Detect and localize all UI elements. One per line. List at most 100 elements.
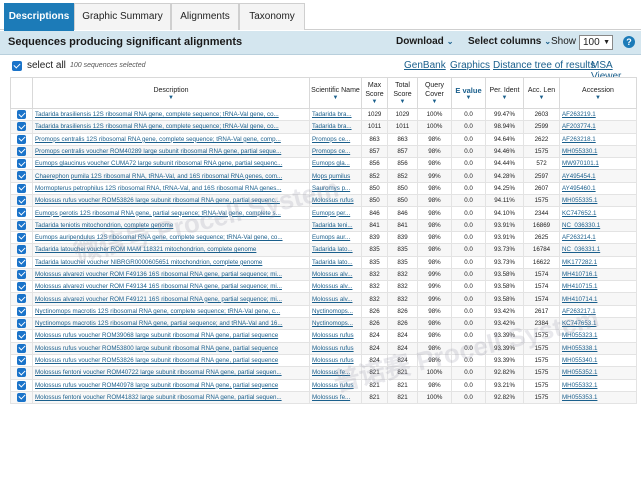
scientific-name-link[interactable]: Promops ce... (309, 144, 362, 159)
help-icon[interactable]: ? (623, 36, 635, 48)
col-per-ident[interactable]: Per. Ident ▼ (485, 77, 524, 109)
select-all-checkbox[interactable] (12, 61, 22, 71)
accession-link[interactable]: MH410716.1 (559, 267, 637, 282)
description-link[interactable]: Eumops glaucinus voucher CUMA72 large su… (32, 157, 310, 171)
scientific-name-link[interactable]: Molossus alv... (309, 280, 362, 294)
accession-link[interactable]: AF263217.1 (559, 304, 637, 319)
row-checkbox[interactable] (17, 355, 26, 365)
accession-link[interactable]: NC_036331.1 (559, 243, 637, 257)
accession-link[interactable]: AY495454.1 (559, 169, 637, 183)
description-link[interactable]: Tadarida latouchei voucher ROM MAM 11832… (32, 243, 310, 257)
description-link[interactable]: Molossus alvarezi voucher ROM F49134 16S… (32, 280, 310, 294)
col-accession[interactable]: Accession ▼ (559, 77, 637, 109)
row-checkbox[interactable] (17, 122, 26, 132)
scientific-name-link[interactable]: Tadarida bra... (309, 107, 362, 122)
row-checkbox[interactable] (17, 245, 26, 255)
accession-link[interactable]: KC747652.1 (559, 206, 637, 220)
scientific-name-link[interactable]: Promops ce... (309, 132, 362, 146)
col-max-score[interactable]: Max Score ▼ (361, 77, 388, 109)
scientific-name-link[interactable]: Molossus rufus (309, 329, 362, 343)
row-checkbox[interactable] (17, 368, 26, 378)
description-link[interactable]: Tadarida brasiliensis 12S ribosomal RNA … (32, 107, 310, 122)
scientific-name-link[interactable]: Molossus rufus (309, 194, 362, 208)
description-link[interactable]: Promops centralis voucher ROM40289 large… (32, 144, 310, 159)
row-checkbox[interactable] (17, 269, 26, 279)
scientific-name-link[interactable]: Mops pumilus (309, 169, 362, 183)
scientific-name-link[interactable]: Tadarida bra... (309, 120, 362, 134)
row-checkbox[interactable] (17, 183, 26, 193)
description-link[interactable]: Tadarida teniotis mitochondrion, complet… (32, 218, 310, 232)
row-checkbox[interactable] (17, 257, 26, 267)
row-checkbox[interactable] (17, 331, 26, 341)
download-menu[interactable]: Download ⌄ (396, 36, 453, 47)
scientific-name-link[interactable]: Tadarida lato... (309, 243, 362, 257)
row-checkbox[interactable] (17, 171, 26, 181)
description-link[interactable]: Molossus rufus voucher ROM53826 large su… (32, 194, 310, 208)
scientific-name-link[interactable]: Molossus alv... (309, 267, 362, 282)
description-link[interactable]: Chaerephon pumila 12S ribosomal RNA, tRN… (32, 169, 310, 183)
description-link[interactable]: Molossus rufus voucher ROM40978 large su… (32, 378, 310, 392)
scientific-name-link[interactable]: Tadarida teni... (309, 218, 362, 232)
description-link[interactable]: Molossus alvarezi voucher ROM F49136 16S… (32, 267, 310, 282)
scientific-name-link[interactable]: Eumops aur... (309, 230, 362, 245)
row-checkbox[interactable] (17, 208, 26, 218)
description-link[interactable]: Eumops perotis 12S ribosomal RNA gene, p… (32, 206, 310, 220)
col-query-cover[interactable]: Query Cover ▼ (417, 77, 452, 109)
col-total-score[interactable]: Total Score ▼ (387, 77, 418, 109)
accession-link[interactable]: MH055338.1 (559, 341, 637, 355)
scientific-name-link[interactable]: Molossus fe... (309, 366, 362, 380)
show-count-select[interactable]: 100 ▼ (579, 35, 613, 50)
description-link[interactable]: Nyctinomops macrotis 12S ribosomal RNA g… (32, 304, 310, 319)
accession-link[interactable]: MH055330.1 (559, 144, 637, 159)
description-link[interactable]: Molossus rufus voucher ROM53800 large su… (32, 341, 310, 355)
scientific-name-link[interactable]: Tadarida lato... (309, 255, 362, 269)
scientific-name-link[interactable]: Molossus fe... (309, 390, 362, 405)
accession-link[interactable]: AF263214.1 (559, 230, 637, 245)
scientific-name-link[interactable]: Nyctinomops... (309, 304, 362, 319)
description-link[interactable]: Mormopterus petrophilus 12S ribosomal RN… (32, 181, 310, 196)
row-checkbox[interactable] (17, 343, 26, 353)
scientific-name-link[interactable]: Molossus rufus (309, 353, 362, 368)
tab-alignments[interactable]: Alignments (171, 3, 239, 30)
row-checkbox[interactable] (17, 392, 26, 402)
accession-link[interactable]: NC_036330.1 (559, 218, 637, 232)
accession-link[interactable]: KC747653.1 (559, 317, 637, 331)
accession-link[interactable]: MH410715.1 (559, 280, 637, 294)
row-checkbox[interactable] (17, 159, 26, 169)
accession-link[interactable]: AY495460.1 (559, 181, 637, 196)
select-columns-menu[interactable]: Select columns ⌄ (468, 36, 551, 47)
accession-link[interactable]: MH055352.1 (559, 366, 637, 380)
accession-link[interactable]: MW970101.1 (559, 157, 637, 171)
accession-link[interactable]: MH055353.1 (559, 390, 637, 405)
accession-link[interactable]: MH055323.1 (559, 329, 637, 343)
scientific-name-link[interactable]: Sauromys p... (309, 181, 362, 196)
tab-taxonomy[interactable]: Taxonomy (239, 3, 305, 30)
accession-link[interactable]: AF203774.1 (559, 120, 637, 134)
accession-link[interactable]: MH055332.1 (559, 378, 637, 392)
scientific-name-link[interactable]: Eumops gla... (309, 157, 362, 171)
tab-descriptions[interactable]: Descriptions (4, 3, 74, 31)
description-link[interactable]: Tadarida brasiliensis 12S ribosomal RNA … (32, 120, 310, 134)
row-checkbox[interactable] (17, 146, 26, 156)
scientific-name-link[interactable]: Molossus rufus (309, 341, 362, 355)
accession-link[interactable]: AF263218.1 (559, 132, 637, 146)
scientific-name-link[interactable]: Molossus alv... (309, 292, 362, 306)
description-link[interactable]: Tadarida latouchei voucher NIBRGR0000605… (32, 255, 310, 269)
row-checkbox[interactable] (17, 380, 26, 390)
col-e-value[interactable]: E value ▼ (451, 77, 486, 109)
genbank-link[interactable]: GenBank (404, 60, 446, 71)
description-link[interactable]: Eumops auripendulus 12S ribosomal RNA ge… (32, 230, 310, 245)
graphics-link[interactable]: Graphics (450, 60, 490, 71)
tab-graphic-summary[interactable]: Graphic Summary (74, 3, 171, 30)
description-link[interactable]: Molossus rufus voucher ROM39068 large su… (32, 329, 310, 343)
accession-link[interactable]: MK177282.1 (559, 255, 637, 269)
accession-link[interactable]: AF263219.1 (559, 107, 637, 122)
description-link[interactable]: Nyctinomops macrotis 12S ribosomal RNA g… (32, 317, 310, 331)
accession-link[interactable]: MH410714.1 (559, 292, 637, 306)
accession-link[interactable]: MH055340.1 (559, 353, 637, 368)
description-link[interactable]: Promops centralis 12S ribosomal RNA gene… (32, 132, 310, 146)
row-checkbox[interactable] (17, 232, 26, 242)
row-checkbox[interactable] (17, 294, 26, 304)
row-checkbox[interactable] (17, 134, 26, 144)
col-acc-len[interactable]: Acc. Len ▼ (523, 77, 560, 109)
